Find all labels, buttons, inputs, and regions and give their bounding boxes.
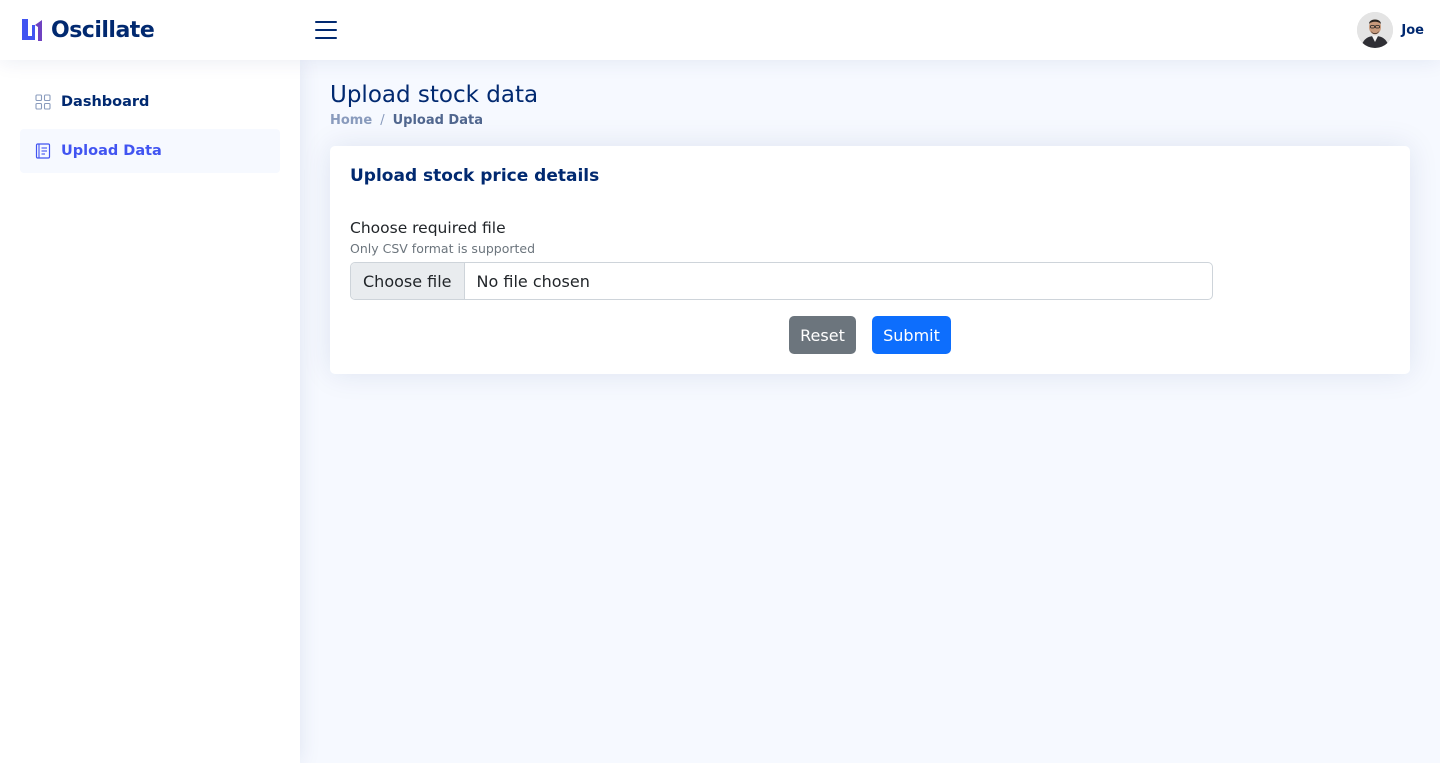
- file-field-help: Only CSV format is supported: [350, 241, 536, 256]
- sidebar-item-upload-data[interactable]: Upload Data: [20, 129, 280, 173]
- sidebar-item-label: Dashboard: [61, 94, 150, 110]
- top-header: Oscillate Joe: [0, 0, 1440, 60]
- brand-logo[interactable]: Oscillate: [20, 14, 155, 46]
- sidebar: Dashboard Upload Data: [0, 60, 300, 763]
- choose-file-button[interactable]: Choose file: [351, 263, 465, 299]
- page-title: Upload stock data: [330, 82, 539, 108]
- journal-text-icon: [35, 143, 51, 159]
- logo-icon: [22, 19, 42, 41]
- file-field-label: Choose required file: [350, 219, 506, 237]
- submit-button[interactable]: Submit: [872, 316, 951, 354]
- profile-menu[interactable]: Joe: [1357, 12, 1424, 48]
- sidebar-item-dashboard[interactable]: Dashboard: [20, 80, 280, 124]
- sidebar-item-label: Upload Data: [61, 143, 162, 159]
- breadcrumb: Home / Upload Data: [330, 113, 1410, 128]
- sidebar-toggle-menu-icon[interactable]: [313, 17, 339, 43]
- profile-name: Joe: [1401, 22, 1424, 38]
- breadcrumb-home-link[interactable]: Home: [330, 113, 372, 128]
- file-input[interactable]: Choose file No file chosen: [350, 262, 1213, 300]
- grid-icon: [35, 94, 51, 110]
- avatar: [1357, 12, 1394, 48]
- file-status-text: No file chosen: [476, 271, 590, 291]
- upload-card: Upload stock price details Choose requir…: [330, 146, 1410, 374]
- breadcrumb-separator: /: [380, 113, 385, 128]
- breadcrumb-current: Upload Data: [392, 113, 483, 128]
- reset-button[interactable]: Reset: [789, 316, 856, 354]
- card-title: Upload stock price details: [350, 166, 600, 186]
- brand-name: Oscillate: [51, 17, 155, 43]
- main-content: Upload stock data Home / Upload Data Upl…: [300, 60, 1440, 763]
